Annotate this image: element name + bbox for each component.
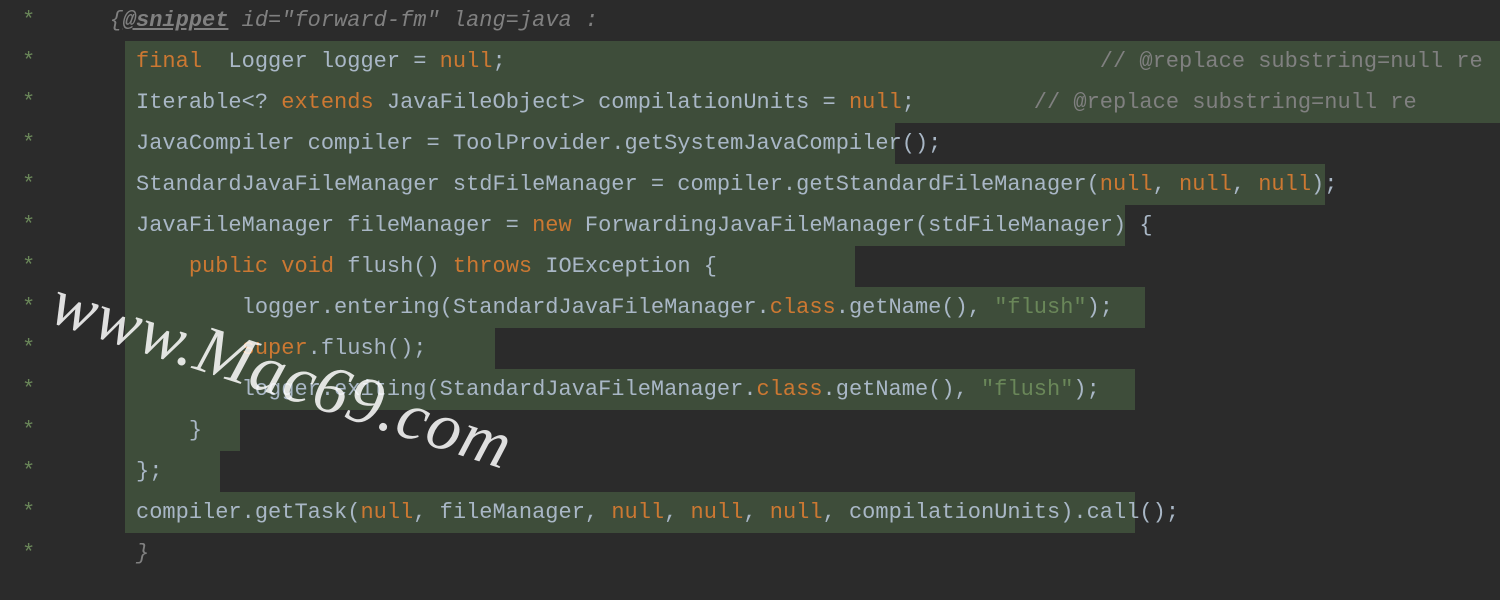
token-snippet-tag: @snippet	[123, 8, 229, 33]
gutter-marker: *	[0, 492, 70, 533]
gutter-marker: *	[0, 533, 70, 574]
code-content: JavaCompiler compiler = ToolProvider.get…	[70, 131, 941, 156]
token-keyword: extends	[281, 90, 373, 115]
code-content: }	[70, 541, 149, 566]
code-content: compiler.getTask(null, fileManager, null…	[70, 500, 1179, 525]
token-keyword: new	[532, 213, 572, 238]
code-content: Iterable<? extends JavaFileObject> compi…	[70, 90, 1417, 115]
token-identifier: .getName(),	[823, 377, 981, 402]
gutter-marker: *	[0, 410, 70, 451]
token-identifier: Logger logger =	[202, 49, 440, 74]
token-comment-italic: }	[136, 541, 149, 566]
code-content: StandardJavaFileManager stdFileManager =…	[70, 172, 1337, 197]
code-content: JavaFileManager fileManager = new Forwar…	[70, 213, 1153, 238]
code-line[interactable]: public void flush() throws IOException {	[70, 246, 1500, 287]
gutter-marker: *	[0, 328, 70, 369]
token-identifier: logger.exiting(StandardJavaFileManager.	[242, 377, 757, 402]
token-comment-italic: id="forward-fm" lang=java :	[228, 8, 598, 33]
code-line[interactable]: logger.entering(StandardJavaFileManager.…	[70, 287, 1500, 328]
token-keyword: null	[691, 500, 744, 525]
gutter-marker: *	[0, 287, 70, 328]
token-identifier: , compilationUnits).call();	[823, 500, 1179, 525]
code-line[interactable]: logger.exiting(StandardJavaFileManager.c…	[70, 369, 1500, 410]
token-identifier: }	[189, 418, 202, 443]
gutter-marker: *	[0, 451, 70, 492]
token-identifier: JavaCompiler compiler = ToolProvider.get…	[136, 131, 941, 156]
token-keyword: public void	[189, 254, 334, 279]
token-comment-italic: {	[110, 8, 123, 33]
token-identifier: , fileManager,	[413, 500, 611, 525]
token-identifier: .getName(),	[836, 295, 994, 320]
token-keyword: null	[1100, 172, 1153, 197]
token-identifier: flush()	[334, 254, 453, 279]
code-content: {@snippet id="forward-fm" lang=java :	[70, 8, 598, 33]
token-identifier: JavaFileManager fileManager =	[136, 213, 532, 238]
code-line[interactable]: }	[70, 533, 1500, 574]
code-line[interactable]: JavaFileManager fileManager = new Forwar…	[70, 205, 1500, 246]
gutter-marker: *	[0, 0, 70, 41]
token-keyword: null	[611, 500, 664, 525]
token-identifier: StandardJavaFileManager stdFileManager =…	[136, 172, 1100, 197]
code-line[interactable]: final Logger logger = null; // @replace …	[70, 41, 1500, 82]
token-keyword: throws	[453, 254, 532, 279]
token-keyword: class	[770, 295, 836, 320]
code-line[interactable]: };	[70, 451, 1500, 492]
code-editor[interactable]: ************** {@snippet id="forward-fm"…	[0, 0, 1500, 600]
token-comment: // @replace substring=null re	[1034, 90, 1417, 115]
code-line[interactable]: Iterable<? extends JavaFileObject> compi…	[70, 82, 1500, 123]
token-identifier: JavaFileObject> compilationUnits =	[374, 90, 849, 115]
token-keyword: null	[1258, 172, 1311, 197]
token-identifier: .flush();	[308, 336, 427, 361]
code-content: logger.entering(StandardJavaFileManager.…	[70, 295, 1113, 320]
code-content: super.flush();	[70, 336, 426, 361]
token-keyword: super	[242, 336, 308, 361]
code-line[interactable]: JavaCompiler compiler = ToolProvider.get…	[70, 123, 1500, 164]
gutter-marker: *	[0, 82, 70, 123]
gutter-marker: *	[0, 41, 70, 82]
token-identifier: );	[1087, 295, 1113, 320]
token-keyword: null	[849, 90, 902, 115]
code-line[interactable]: StandardJavaFileManager stdFileManager =…	[70, 164, 1500, 205]
token-identifier: ;	[492, 49, 1099, 74]
token-identifier: IOException {	[532, 254, 717, 279]
gutter-marker: *	[0, 369, 70, 410]
gutter-marker: *	[0, 123, 70, 164]
token-identifier: );	[1311, 172, 1337, 197]
code-line[interactable]: }	[70, 410, 1500, 451]
token-identifier: ,	[1153, 172, 1179, 197]
token-string: "flush"	[981, 377, 1073, 402]
gutter-marker: *	[0, 164, 70, 205]
token-keyword: null	[440, 49, 493, 74]
code-content: logger.exiting(StandardJavaFileManager.c…	[70, 377, 1100, 402]
token-keyword: final	[136, 49, 202, 74]
token-comment: // @replace substring=null re	[1100, 49, 1483, 74]
token-keyword: null	[360, 500, 413, 525]
gutter-marker: *	[0, 246, 70, 287]
gutter: **************	[0, 0, 70, 600]
token-identifier: ,	[743, 500, 769, 525]
code-content: public void flush() throws IOException {	[70, 254, 717, 279]
token-identifier: ForwardingJavaFileManager(stdFileManager…	[572, 213, 1153, 238]
token-keyword: class	[757, 377, 823, 402]
token-keyword: null	[1179, 172, 1232, 197]
token-keyword: null	[770, 500, 823, 525]
code-content: };	[70, 459, 162, 484]
token-identifier: ,	[1232, 172, 1258, 197]
token-identifier: Iterable<?	[136, 90, 281, 115]
code-content: }	[70, 418, 202, 443]
token-identifier: };	[136, 459, 162, 484]
token-identifier: ;	[902, 90, 1034, 115]
token-identifier: ,	[664, 500, 690, 525]
code-content: final Logger logger = null; // @replace …	[70, 49, 1483, 74]
token-identifier: compiler.getTask(	[136, 500, 360, 525]
code-line[interactable]: compiler.getTask(null, fileManager, null…	[70, 492, 1500, 533]
token-identifier: );	[1073, 377, 1099, 402]
code-line[interactable]: super.flush();	[70, 328, 1500, 369]
token-string: "flush"	[994, 295, 1086, 320]
code-line[interactable]: {@snippet id="forward-fm" lang=java :	[70, 0, 1500, 41]
token-identifier: logger.entering(StandardJavaFileManager.	[242, 295, 770, 320]
gutter-marker: *	[0, 205, 70, 246]
code-area[interactable]: {@snippet id="forward-fm" lang=java : fi…	[70, 0, 1500, 600]
